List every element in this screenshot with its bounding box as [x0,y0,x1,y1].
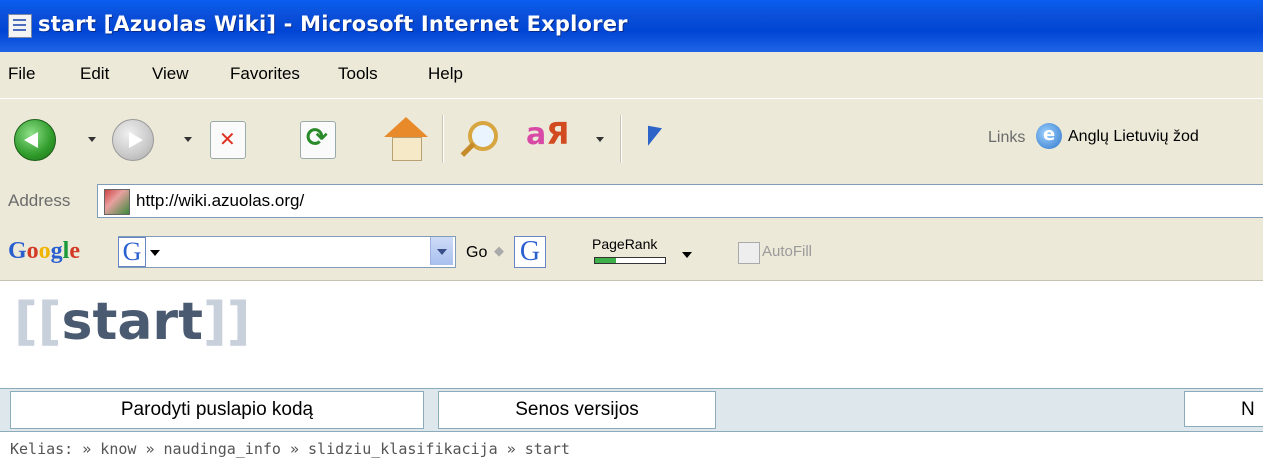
show-source-button[interactable]: Parodyti puslapio kodą [10,391,424,429]
pagerank-widget[interactable]: PageRank [586,236,696,270]
forward-dropdown-icon[interactable] [184,137,192,142]
breadcrumb: Kelias: » know » naudinga_info » slidziu… [10,440,570,458]
google-menu-dropdown-icon[interactable] [150,250,160,256]
menu-edit[interactable]: Edit [80,64,109,84]
google-logo[interactable]: Google [8,238,80,265]
google-go-button[interactable]: Go [466,244,487,262]
menu-tools[interactable]: Tools [338,64,378,84]
cursor-icon[interactable] [640,125,678,155]
back-dropdown-icon[interactable] [88,137,96,142]
google-g-icon[interactable]: G [118,237,146,267]
menu-favorites[interactable]: Favorites [230,64,300,84]
autofill-button[interactable]: AutoFill [762,243,812,260]
toolbar-separator [620,115,621,163]
menu-help[interactable]: Help [428,64,463,84]
old-revisions-button[interactable]: Senos versijos [438,391,716,429]
next-action-button[interactable]: N [1184,391,1263,427]
search-button[interactable] [458,119,500,161]
pagerank-label: PageRank [592,236,658,252]
window-title: start [Azuolas Wiki] - Microsoft Interne… [38,12,628,36]
page-document-icon [8,14,32,38]
wiki-action-bar: Parodyti puslapio kodą Senos versijos N [0,388,1263,432]
forward-button[interactable] [112,119,154,161]
google-site-search-icon[interactable]: G [514,236,546,268]
title-close-brackets: ]] [202,292,251,352]
links-item[interactable]: Anglų Lietuvių žod [1068,128,1199,146]
title-word[interactable]: start [62,292,203,352]
pagerank-bar [594,257,666,264]
menu-bar: File Edit View Favorites Tools Help [0,52,1263,99]
back-button[interactable] [14,119,56,161]
links-label: Links [988,129,1026,146]
menu-file[interactable]: File [8,64,35,84]
title-open-brackets: [[ [14,292,62,352]
site-favicon-icon [104,189,130,215]
google-search-dropdown-icon[interactable] [430,237,453,265]
google-search-input[interactable] [118,236,456,268]
refresh-button[interactable] [300,121,336,159]
encoding-dropdown-icon[interactable] [596,137,604,142]
standard-toolbar: aЯ Links Anglų Lietuvių žod [0,98,1263,180]
pagerank-fill [595,258,616,263]
page-title[interactable]: [[start]] [14,292,250,352]
separator-diamond-icon: ◆ [494,244,504,259]
stop-button[interactable] [210,121,246,159]
window-titlebar: start [Azuolas Wiki] - Microsoft Interne… [0,0,1263,52]
pagerank-dropdown-icon[interactable] [682,252,692,258]
google-toolbar: Google G Go ◆ G PageRank AutoFill [0,224,1263,281]
autofill-icon [738,242,760,264]
address-url[interactable]: http://wiki.azuolas.org/ [136,191,304,211]
encoding-icon[interactable]: aЯ [526,117,569,152]
menu-view[interactable]: View [152,64,189,84]
home-button[interactable] [384,117,428,161]
address-input[interactable]: http://wiki.azuolas.org/ [97,184,1263,218]
toolbar-separator [442,115,443,163]
home-icon [384,117,428,137]
ie-link-icon [1036,123,1062,149]
address-bar: Address http://wiki.azuolas.org/ [0,178,1263,225]
address-label: Address [8,191,71,210]
